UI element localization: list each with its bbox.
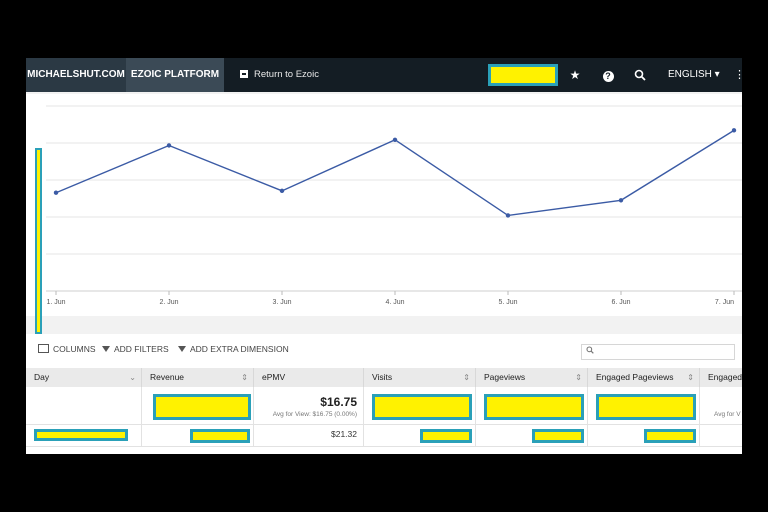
summary-visits-cell <box>364 387 476 425</box>
chevron-down-icon: ⌄ <box>129 373 136 382</box>
help-icon: ? <box>602 71 614 82</box>
header-label: Pageviews <box>484 372 526 382</box>
redacted-highlight <box>420 429 472 443</box>
redacted-highlight <box>596 394 696 420</box>
row-revenue-cell <box>142 425 254 447</box>
redacted-highlight <box>484 394 584 420</box>
data-point[interactable] <box>505 213 511 218</box>
redacted-highlight <box>190 429 250 443</box>
summary-day-cell <box>26 387 142 425</box>
x-tick-label: 4. Jun <box>385 299 404 306</box>
add-filters-button[interactable]: ADD FILTERS <box>102 344 169 354</box>
header-label: Revenue <box>150 372 185 382</box>
data-point[interactable] <box>53 190 59 195</box>
row-day-cell[interactable] <box>26 425 142 447</box>
x-tick-label: 6. Jun <box>611 299 630 306</box>
line-chart: 1. Jun 2. Jun 3. Jun 4. Jun 5. Jun 6. Jun 7. J… <box>26 94 742 334</box>
filter-icon <box>102 346 110 352</box>
column-header-visits[interactable]: Visits ⇕ <box>364 368 476 387</box>
sort-icon: ⇕ <box>575 373 582 382</box>
report-table-panel: COLUMNS ADD FILTERS ADD EXTRA DIMENSION … <box>26 334 742 454</box>
help-button[interactable]: ? <box>600 58 616 92</box>
redacted-axis-highlight <box>35 148 42 334</box>
table-search[interactable] <box>581 344 735 360</box>
data-point[interactable] <box>392 137 398 142</box>
add-extra-dimension-label: ADD EXTRA DIMENSION <box>190 344 289 354</box>
x-tick-label: 2. Jun <box>159 299 178 306</box>
summary-engaged-partial-cell: Avg for V <box>700 387 742 425</box>
summary-epmv-cell: $16.75 Avg for View: $16.75 (0.00%) <box>254 387 364 425</box>
header-label: Engaged Pageviews <box>596 372 674 382</box>
row-epmv-cell: $21.32 <box>254 425 364 447</box>
row-engaged-pageviews-cell <box>588 425 700 447</box>
column-header-revenue[interactable]: Revenue ⇕ <box>142 368 254 387</box>
header-label: Engaged P <box>708 372 742 382</box>
column-header-engaged-partial[interactable]: Engaged P <box>700 368 742 387</box>
redacted-highlight <box>34 429 128 441</box>
header-label: Day <box>34 372 50 382</box>
table-toolbar: COLUMNS ADD FILTERS ADD EXTRA DIMENSION <box>26 334 742 368</box>
filter-icon <box>178 346 186 352</box>
data-point[interactable] <box>279 188 285 194</box>
site-tab[interactable]: MICHAELSHUT.COM <box>26 58 126 92</box>
star-icon[interactable]: ★ <box>566 58 584 92</box>
x-tick-label: 3. Jun <box>272 299 291 306</box>
data-point[interactable] <box>731 128 737 133</box>
data-point[interactable] <box>166 143 172 148</box>
add-extra-dimension-button[interactable]: ADD EXTRA DIMENSION <box>178 344 289 354</box>
row-pageviews-cell <box>476 425 588 447</box>
epmv-total: $16.75 <box>320 395 357 409</box>
search-icon <box>586 346 594 356</box>
row-engaged-partial-cell <box>700 425 742 447</box>
x-tick-label: 5. Jun <box>498 299 517 306</box>
redacted-highlight <box>488 64 558 86</box>
app-window: MICHAELSHUT.COM EZOIC PLATFORM Return to… <box>26 58 742 454</box>
epmv-average: Avg for View: $16.75 (0.00%) <box>272 411 357 418</box>
search-icon[interactable] <box>631 58 649 92</box>
columns-button[interactable]: COLUMNS <box>38 344 96 354</box>
column-header-engaged-pageviews[interactable]: Engaged Pageviews ⇕ <box>588 368 700 387</box>
columns-label: COLUMNS <box>53 344 96 354</box>
chart-svg: 1. Jun 2. Jun 3. Jun 4. Jun 5. Jun 6. Jun 7. J… <box>46 105 742 306</box>
header-label: Visits <box>372 372 393 382</box>
engaged-average: Avg for V <box>714 411 741 418</box>
sort-icon: ⇕ <box>687 373 694 382</box>
top-navigation-bar: MICHAELSHUT.COM EZOIC PLATFORM Return to… <box>26 58 742 92</box>
return-to-ezoic-link[interactable]: Return to Ezoic <box>240 58 319 92</box>
summary-revenue-cell <box>142 387 254 425</box>
table-search-input[interactable] <box>598 346 728 358</box>
x-tick-label: 1. Jun <box>46 299 65 306</box>
header-label: ePMV <box>262 372 286 382</box>
column-header-epmv[interactable]: ePMV <box>254 368 364 387</box>
sort-icon: ⇕ <box>463 373 470 382</box>
report-table: Day ⌄ Revenue ⇕ ePMV Visits ⇕ Pageviews ⇕ En… <box>26 368 742 454</box>
summary-engaged-pageviews-cell <box>588 387 700 425</box>
platform-tab[interactable]: EZOIC PLATFORM <box>126 58 224 92</box>
columns-icon <box>38 344 49 353</box>
redacted-highlight <box>532 429 584 443</box>
return-link-label: Return to Ezoic <box>254 69 319 80</box>
column-header-day[interactable]: Day ⌄ <box>26 368 142 387</box>
redacted-highlight <box>644 429 696 443</box>
row-epmv-value: $21.32 <box>331 429 357 439</box>
return-icon <box>240 70 248 78</box>
redacted-highlight <box>372 394 472 420</box>
sort-icon: ⇕ <box>241 373 248 382</box>
column-header-pageviews[interactable]: Pageviews ⇕ <box>476 368 588 387</box>
x-tick-label: 7. Jun <box>715 299 734 306</box>
row-visits-cell <box>364 425 476 447</box>
summary-pageviews-cell <box>476 387 588 425</box>
language-selector[interactable]: ENGLISH ▾ <box>668 58 720 92</box>
redacted-highlight <box>153 394 251 420</box>
add-filters-label: ADD FILTERS <box>114 344 169 354</box>
menu-icon[interactable]: ⋮ <box>734 58 742 92</box>
data-point[interactable] <box>618 198 624 203</box>
